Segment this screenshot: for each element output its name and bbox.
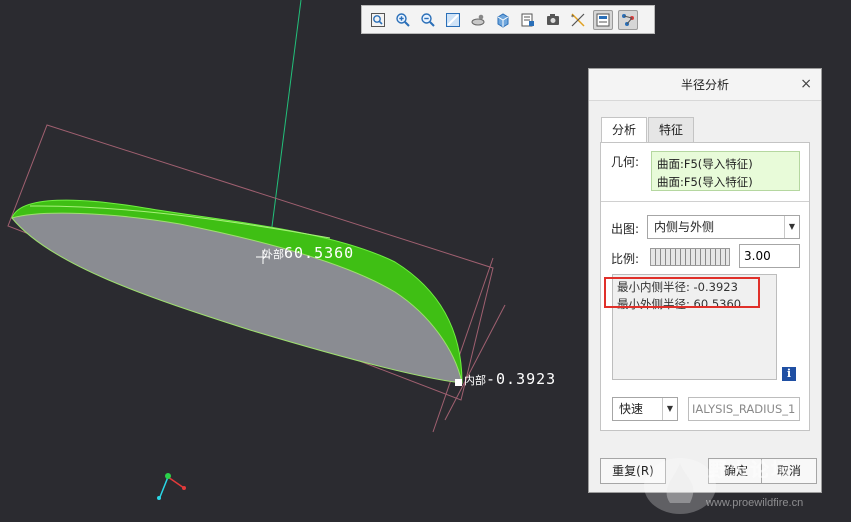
triad-x-axis bbox=[167, 476, 185, 489]
scale-input[interactable] bbox=[739, 244, 800, 268]
result-highlight-box bbox=[604, 277, 760, 308]
graphics-toolbar: * bbox=[361, 5, 655, 34]
datum-axis-line bbox=[268, 0, 302, 251]
graph-display-icon[interactable] bbox=[617, 9, 638, 30]
triad-y-icon bbox=[165, 473, 171, 479]
analysis-mode-select[interactable]: 快速 ▼ bbox=[612, 397, 678, 421]
chevron-down-icon[interactable]: ▼ bbox=[784, 216, 799, 238]
annotation-display-icon[interactable] bbox=[592, 9, 613, 30]
watermark-url: www.proewildfire.cn bbox=[706, 497, 804, 509]
geometry-collector[interactable]: 曲面:F5(导入特征) 曲面:F5(导入特征) bbox=[651, 151, 800, 191]
analysis-name-input[interactable] bbox=[688, 397, 800, 421]
scale-label: 比例: bbox=[611, 252, 640, 266]
analysis-mode-value: 快速 bbox=[619, 402, 644, 416]
plot-type-value: 内侧与外侧 bbox=[654, 220, 715, 234]
spin-center-icon[interactable] bbox=[468, 10, 488, 30]
watermark-text: 野火论坛 bbox=[708, 459, 793, 481]
chevron-down-icon[interactable]: ▼ bbox=[662, 398, 677, 420]
saved-views-icon[interactable] bbox=[518, 10, 538, 30]
triad-z-axis bbox=[159, 476, 169, 498]
geometry-label: 几何: bbox=[611, 155, 640, 169]
inner-radius-marker bbox=[455, 379, 462, 386]
shading-display-icon[interactable] bbox=[493, 10, 513, 30]
info-icon[interactable]: i bbox=[782, 367, 796, 381]
datum-display-icon[interactable]: * bbox=[568, 10, 588, 30]
view-manager-icon[interactable] bbox=[543, 10, 563, 30]
plot-type-select[interactable]: 内侧与外侧 ▼ bbox=[647, 215, 800, 239]
geometry-item[interactable]: 曲面:F5(导入特征) bbox=[657, 155, 794, 173]
watermark: 野火论坛 www.proewildfire.cn bbox=[640, 453, 851, 519]
zoom-out-icon[interactable] bbox=[418, 10, 438, 30]
inner-radius-label: 内部-0.3923 bbox=[464, 370, 557, 388]
dialog-tabs: 分析 特征 bbox=[601, 117, 695, 144]
zoom-fit-icon[interactable] bbox=[368, 10, 388, 30]
panel-divider bbox=[601, 201, 809, 202]
geometry-item[interactable]: 曲面:F5(导入特征) bbox=[657, 173, 794, 191]
scale-slider[interactable] bbox=[650, 248, 730, 266]
tab-analysis[interactable]: 分析 bbox=[601, 117, 648, 144]
outer-radius-label: 外部60.5360 bbox=[262, 244, 355, 262]
plot-label: 出图: bbox=[611, 222, 640, 236]
svg-text:*: * bbox=[571, 14, 574, 21]
repaint-icon[interactable] bbox=[443, 10, 463, 30]
zoom-in-icon[interactable] bbox=[393, 10, 413, 30]
surface-inner-face bbox=[11, 212, 463, 384]
close-icon[interactable]: × bbox=[800, 76, 812, 92]
dialog-title: 半径分析 bbox=[680, 78, 729, 92]
dialog-titlebar[interactable]: 半径分析 × bbox=[589, 69, 821, 101]
tab-feature[interactable]: 特征 bbox=[648, 117, 695, 142]
